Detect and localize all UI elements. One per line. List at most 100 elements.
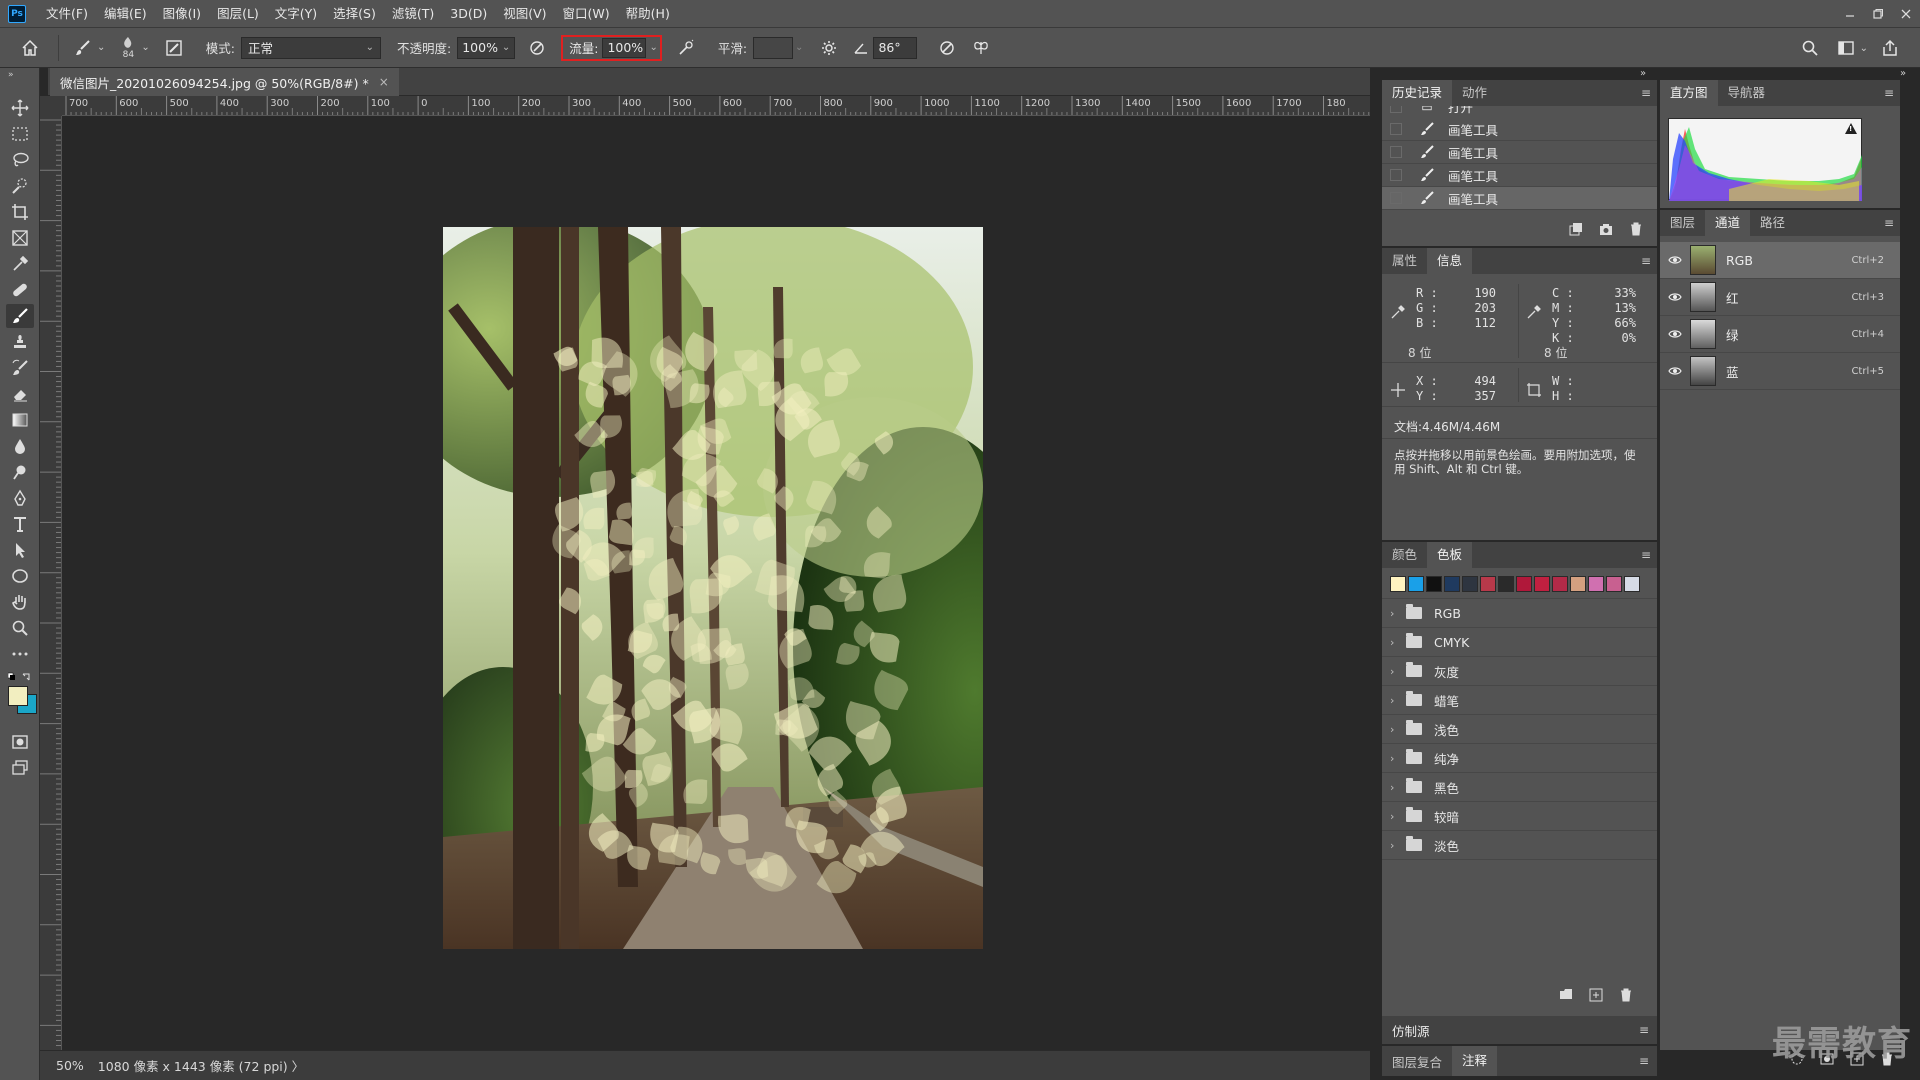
default-colors-button[interactable] bbox=[8, 672, 32, 682]
frame-tool[interactable] bbox=[6, 226, 34, 250]
menu-view[interactable]: 视图(V) bbox=[495, 0, 554, 28]
eye-icon[interactable] bbox=[1664, 366, 1686, 376]
foreground-color-swatch[interactable] bbox=[8, 686, 28, 706]
vertical-ruler[interactable] bbox=[40, 116, 62, 1050]
crop-tool[interactable] bbox=[6, 200, 34, 224]
edit-toolbar-button[interactable] bbox=[6, 642, 34, 666]
move-tool[interactable] bbox=[6, 96, 34, 120]
chevron-down-icon[interactable]: ⌄ bbox=[795, 42, 803, 53]
eye-icon[interactable] bbox=[1664, 255, 1686, 265]
menu-type[interactable]: 文字(Y) bbox=[267, 0, 325, 28]
tab-histogram[interactable]: 直方图 bbox=[1660, 80, 1718, 106]
swatch-group[interactable]: › 浅色 bbox=[1382, 715, 1657, 744]
chevron-right-icon[interactable]: › bbox=[1390, 694, 1406, 707]
swatch-group[interactable]: › 灰度 bbox=[1382, 657, 1657, 686]
tab-paths[interactable]: 路径 bbox=[1750, 210, 1795, 236]
opacity-input[interactable]: 100% ⌄ bbox=[457, 36, 516, 59]
ruler-origin[interactable] bbox=[40, 96, 62, 116]
tab-notes[interactable]: 注释 bbox=[1452, 1046, 1498, 1076]
swatch-group[interactable]: › 黑色 bbox=[1382, 773, 1657, 802]
brush-tool-preset-button[interactable] bbox=[69, 34, 97, 62]
history-row[interactable]: 画笔工具 bbox=[1382, 118, 1657, 141]
chevron-right-icon[interactable]: › bbox=[1390, 752, 1406, 765]
color-swatch[interactable] bbox=[1588, 576, 1604, 592]
quick-mask-button[interactable] bbox=[6, 730, 34, 754]
menu-edit[interactable]: 编辑(E) bbox=[96, 0, 155, 28]
channel-row-red[interactable]: 红 Ctrl+3 bbox=[1660, 279, 1900, 316]
tab-info[interactable]: 信息 bbox=[1427, 248, 1473, 274]
color-swatch[interactable] bbox=[1606, 576, 1622, 592]
clone-stamp-tool[interactable] bbox=[6, 330, 34, 354]
pen-tool[interactable] bbox=[6, 486, 34, 510]
chevron-right-icon[interactable]: › bbox=[1390, 636, 1406, 649]
tab-history[interactable]: 历史记录 bbox=[1382, 80, 1453, 106]
restore-button[interactable] bbox=[1864, 0, 1892, 28]
swatch-group[interactable]: › RGB bbox=[1382, 599, 1657, 628]
eyedropper-tool[interactable] bbox=[6, 252, 34, 276]
document-tab[interactable]: 微信图片_20201026094254.jpg @ 50%(RGB/8#) * … bbox=[50, 68, 399, 96]
swatch-group[interactable]: › 较暗 bbox=[1382, 802, 1657, 831]
menu-help[interactable]: 帮助(H) bbox=[618, 0, 678, 28]
mode-select[interactable]: 正常 ⌄ bbox=[241, 36, 381, 59]
symmetry-button[interactable] bbox=[967, 34, 995, 62]
hand-tool[interactable] bbox=[6, 590, 34, 614]
size-pressure-button[interactable] bbox=[933, 34, 961, 62]
color-swatch[interactable] bbox=[1624, 576, 1640, 592]
history-row[interactable]: ▭ 打开 bbox=[1382, 106, 1657, 118]
blur-tool[interactable] bbox=[6, 434, 34, 458]
color-swatch[interactable] bbox=[1498, 576, 1514, 592]
history-snapshot-checkbox[interactable] bbox=[1390, 169, 1402, 181]
color-swatch[interactable] bbox=[1390, 576, 1406, 592]
new-group-folder-icon[interactable] bbox=[1559, 988, 1573, 1000]
status-menu-arrow[interactable]: 〉 bbox=[292, 1056, 305, 1075]
color-swatch[interactable] bbox=[1426, 576, 1442, 592]
color-swatch[interactable] bbox=[1534, 576, 1550, 592]
home-button[interactable] bbox=[16, 34, 44, 62]
panel-menu-icon[interactable]: ≡ bbox=[1884, 86, 1894, 100]
color-swatch[interactable] bbox=[1408, 576, 1424, 592]
color-swatch[interactable] bbox=[1516, 576, 1532, 592]
chevron-right-icon[interactable]: › bbox=[1390, 781, 1406, 794]
lasso-tool[interactable] bbox=[6, 148, 34, 172]
tab-navigator[interactable]: 导航器 bbox=[1718, 80, 1776, 106]
ellipse-tool[interactable] bbox=[6, 564, 34, 588]
color-swatch[interactable] bbox=[1570, 576, 1586, 592]
new-swatch-icon[interactable] bbox=[1589, 988, 1603, 1002]
panel-menu-icon[interactable]: ≡ bbox=[1639, 1054, 1649, 1068]
document-image[interactable] bbox=[443, 227, 983, 949]
history-brush-tool[interactable] bbox=[6, 356, 34, 380]
channel-row-rgb[interactable]: RGB Ctrl+2 bbox=[1660, 242, 1900, 279]
color-swatch[interactable] bbox=[1462, 576, 1478, 592]
tab-color[interactable]: 颜色 bbox=[1382, 542, 1427, 568]
camera-icon[interactable] bbox=[1599, 222, 1613, 236]
chevron-right-icon[interactable]: › bbox=[1390, 665, 1406, 678]
panel-menu-icon[interactable]: ≡ bbox=[1884, 216, 1894, 230]
smooth-input[interactable] bbox=[753, 36, 794, 59]
menu-file[interactable]: 文件(F) bbox=[38, 0, 96, 28]
zoom-tool[interactable] bbox=[6, 616, 34, 640]
color-swatch[interactable] bbox=[1444, 576, 1460, 592]
tab-channels[interactable]: 通道 bbox=[1705, 210, 1751, 236]
angle-control[interactable]: 86° bbox=[853, 36, 918, 59]
history-snapshot-checkbox[interactable] bbox=[1390, 106, 1402, 113]
menu-3d[interactable]: 3D(D) bbox=[442, 0, 495, 28]
menu-image[interactable]: 图像(I) bbox=[155, 0, 209, 28]
share-button[interactable] bbox=[1876, 34, 1904, 62]
history-row[interactable]: 画笔工具 bbox=[1382, 141, 1657, 164]
tab-layers[interactable]: 图层 bbox=[1660, 210, 1705, 236]
history-snapshot-checkbox[interactable] bbox=[1390, 146, 1402, 158]
trash-icon[interactable] bbox=[1629, 222, 1643, 236]
menu-select[interactable]: 选择(S) bbox=[325, 0, 384, 28]
menu-filter[interactable]: 滤镜(T) bbox=[384, 0, 442, 28]
marquee-tool[interactable] bbox=[6, 122, 34, 146]
swatch-group[interactable]: › 淡色 bbox=[1382, 831, 1657, 860]
minimize-button[interactable] bbox=[1836, 0, 1864, 28]
angle-input[interactable]: 86° bbox=[873, 36, 918, 59]
channel-row-green[interactable]: 绿 Ctrl+4 bbox=[1660, 316, 1900, 353]
type-tool[interactable] bbox=[6, 512, 34, 536]
chevron-down-icon[interactable]: ⌄ bbox=[649, 42, 657, 53]
brush-settings-button[interactable] bbox=[160, 34, 188, 62]
flow-input[interactable]: 100% bbox=[602, 37, 647, 58]
tab-layer-comps[interactable]: 图层复合 bbox=[1382, 1052, 1452, 1071]
dodge-tool[interactable] bbox=[6, 460, 34, 484]
